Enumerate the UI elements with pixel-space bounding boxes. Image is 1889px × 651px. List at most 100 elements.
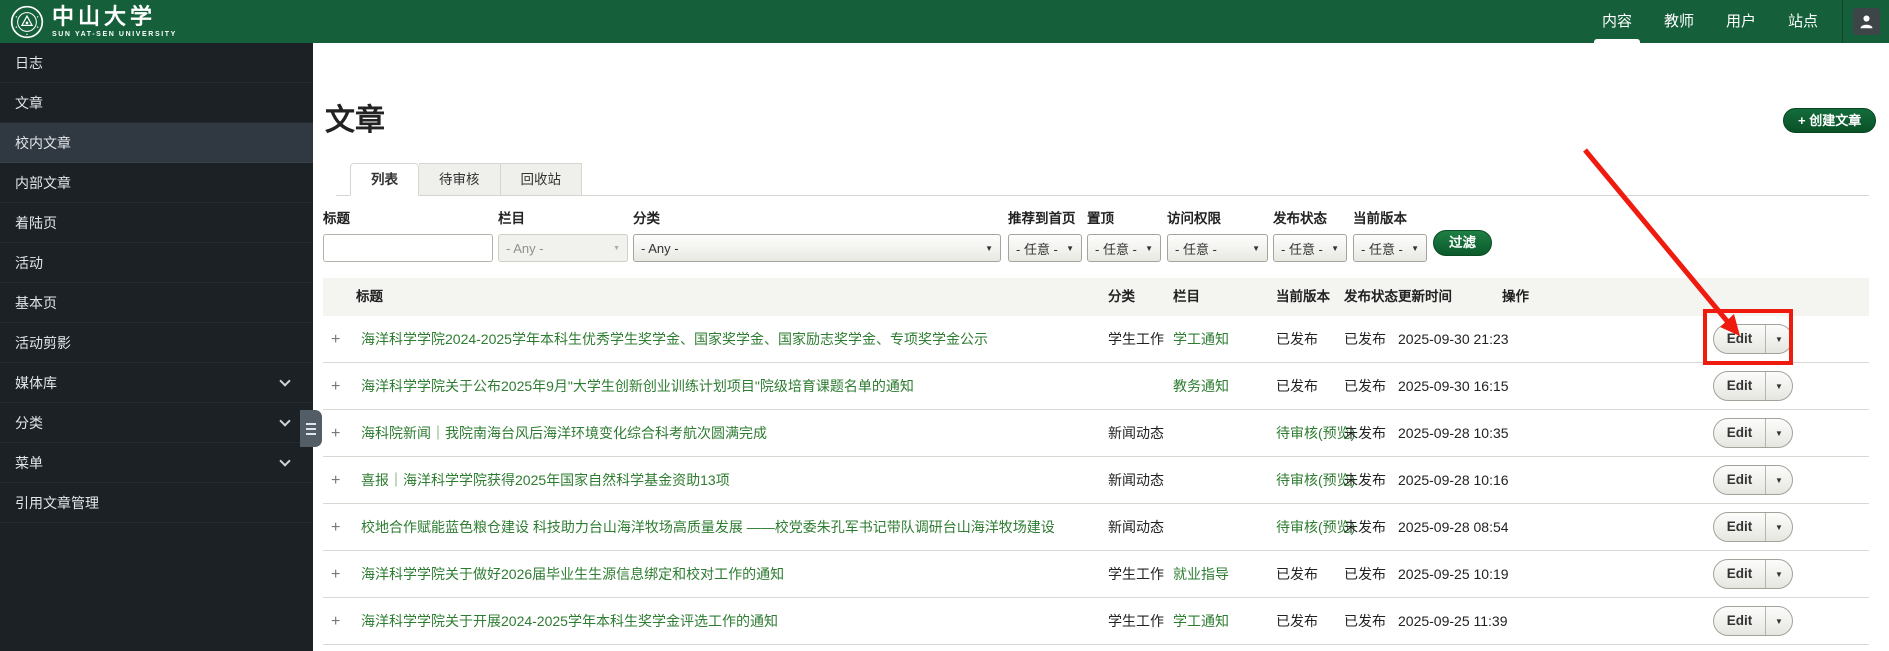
sidebar-item-8[interactable]: 媒体库 [0, 363, 313, 403]
table-row-0: + 海洋科学学院2024-2025学年本科生优秀学生奖学金、国家奖学金、国家励志奖… [323, 316, 1869, 363]
dropdown-arrow-icon: ▼ [1066, 243, 1074, 253]
header-title: 标题 [356, 289, 383, 304]
topbar-nav-item-1[interactable]: 教师 [1648, 0, 1710, 43]
header-category: 分类 [1108, 289, 1135, 304]
publish-status-cell: 未发布 [1344, 425, 1386, 441]
topbar-right: 内容 教师 用户 站点 [1586, 0, 1889, 43]
category-filter-select[interactable]: - Any - ▼ [633, 234, 1001, 262]
edit-dropdown-toggle[interactable]: ▼ [1765, 560, 1792, 588]
topbar-nav-item-2[interactable]: 用户 [1710, 0, 1772, 43]
chevron-down-icon [279, 374, 291, 387]
sticky-filter-select[interactable]: - 任意 - ▼ [1087, 234, 1161, 262]
edit-button[interactable]: Edit [1714, 607, 1765, 635]
edit-button[interactable]: Edit [1714, 419, 1765, 447]
article-title-link[interactable]: 海洋科学学院关于公布2025年9月"大学生创新创业训练计划项目"院级培育课题名单… [361, 378, 914, 394]
filter-title: 标题 [323, 207, 493, 262]
edit-button[interactable]: Edit [1714, 513, 1765, 541]
edit-dropdown-toggle[interactable]: ▼ [1765, 372, 1792, 400]
expand-row-toggle[interactable]: + [331, 504, 340, 551]
edit-dropdown-toggle[interactable]: ▼ [1765, 466, 1792, 494]
page-title: 文章 [325, 104, 385, 137]
edit-button-group: Edit ▼ [1713, 371, 1793, 401]
category-cell: 学生工作 [1108, 566, 1164, 582]
filter-label: 访问权限 [1167, 211, 1221, 226]
tab-1[interactable]: 待审核 [419, 163, 501, 196]
sidebar-item-5[interactable]: 活动 [0, 243, 313, 283]
expand-row-toggle[interactable]: + [331, 551, 340, 598]
column-link[interactable]: 教务通知 [1173, 378, 1229, 394]
sidebar-item-4[interactable]: 着陆页 [0, 203, 313, 243]
publish-status-filter-select[interactable]: - 任意 - ▼ [1273, 234, 1347, 262]
edit-button[interactable]: Edit [1714, 325, 1765, 353]
edit-button[interactable]: Edit [1714, 372, 1765, 400]
sidebar-item-1[interactable]: 文章 [0, 83, 313, 123]
university-logo[interactable]: 中山大学 SUN YAT-SEN UNIVERSITY [10, 5, 177, 39]
filter-label: 发布状态 [1273, 211, 1327, 226]
edit-dropdown-toggle[interactable]: ▼ [1765, 513, 1792, 541]
filter-category: 分类 - Any - ▼ [633, 207, 1001, 262]
sidebar-item-label: 校内文章 [15, 134, 71, 151]
dropdown-arrow-icon: ▼ [613, 244, 620, 252]
edit-button[interactable]: Edit [1714, 466, 1765, 494]
expand-row-toggle[interactable]: + [331, 316, 340, 363]
column-link[interactable]: 学工通知 [1173, 331, 1229, 347]
select-value: - Any - [641, 240, 679, 256]
category-cell: 新闻动态 [1108, 425, 1164, 441]
title-filter-input[interactable] [323, 234, 493, 262]
handle-bar-icon [306, 422, 316, 425]
access-filter-select[interactable]: - 任意 - ▼ [1167, 234, 1268, 262]
sidebar-item-3[interactable]: 内部文章 [0, 163, 313, 203]
edit-button-group: Edit ▼ [1713, 512, 1793, 542]
sidebar-item-11[interactable]: 引用文章管理 [0, 483, 313, 523]
filter-access: 访问权限 - 任意 - ▼ [1167, 207, 1268, 262]
sidebar-item-7[interactable]: 活动剪影 [0, 323, 313, 363]
category-cell: 学生工作 [1108, 331, 1164, 347]
dropdown-arrow-icon: ▼ [1775, 569, 1783, 579]
filter-label: 推荐到首页 [1008, 211, 1076, 226]
topbar-nav-item-0[interactable]: 内容 [1586, 0, 1648, 43]
version-filter-select[interactable]: - 任意 - ▼ [1353, 234, 1427, 262]
topbar-nav-item-3[interactable]: 站点 [1772, 0, 1834, 43]
column-link[interactable]: 就业指导 [1173, 566, 1229, 582]
select-value: - 任意 - [1095, 241, 1137, 257]
edit-dropdown-toggle[interactable]: ▼ [1765, 419, 1792, 447]
article-title-cell: 海洋科学学院关于做好2026届毕业生生源信息绑定和校对工作的通知 [361, 551, 784, 598]
expand-row-toggle[interactable]: + [331, 363, 340, 410]
article-title-link[interactable]: 海科院新闻｜我院南海台风后海洋环境变化综合科考航次圆满完成 [361, 425, 767, 441]
edit-dropdown-toggle[interactable]: ▼ [1765, 607, 1792, 635]
dropdown-arrow-icon: ▼ [1775, 475, 1783, 485]
edit-button-group: Edit ▼ [1713, 324, 1793, 354]
article-title-link[interactable]: 喜报｜海洋科学学院获得2025年国家自然科学基金资助13项 [361, 472, 730, 488]
article-title-link[interactable]: 海洋科学学院关于做好2026届毕业生生源信息绑定和校对工作的通知 [361, 566, 784, 582]
article-title-link[interactable]: 校地合作赋能蓝色粮仓建设 科技助力台山海洋牧场高质量发展 ——校党委朱孔军书记带… [361, 519, 1055, 535]
expand-row-toggle[interactable]: + [331, 598, 340, 645]
logo-title: 中山大学 [52, 3, 157, 29]
edit-button-group: Edit ▼ [1713, 465, 1793, 495]
article-title-link[interactable]: 海洋科学学院2024-2025学年本科生优秀学生奖学金、国家奖学金、国家励志奖学… [361, 331, 988, 347]
user-avatar[interactable] [1853, 8, 1880, 35]
sidebar-item-10[interactable]: 菜单 [0, 443, 313, 483]
edit-dropdown-toggle[interactable]: ▼ [1765, 325, 1792, 353]
sidebar-item-9[interactable]: 分类 [0, 403, 313, 443]
edit-button[interactable]: Edit [1714, 560, 1765, 588]
table-row-5: + 海洋科学学院关于做好2026届毕业生生源信息绑定和校对工作的通知 学生工作 就业指… [323, 551, 1869, 598]
column-filter-select[interactable]: - Any - ▼ [498, 234, 628, 262]
filter-column: 栏目 - Any - ▼ [498, 207, 628, 262]
expand-row-toggle[interactable]: + [331, 457, 340, 504]
create-article-button[interactable]: + 创建文章 [1783, 108, 1877, 133]
sidebar-item-6[interactable]: 基本页 [0, 283, 313, 323]
tab-0[interactable]: 列表 [350, 163, 419, 196]
tab-2[interactable]: 回收站 [500, 163, 582, 196]
recommend-filter-select[interactable]: - 任意 - ▼ [1008, 234, 1082, 262]
article-title-cell: 海洋科学学院关于公布2025年9月"大学生创新创业训练计划项目"院级培育课题名单… [361, 363, 914, 410]
select-value: - 任意 - [1016, 241, 1058, 257]
filter-label: 栏目 [498, 211, 525, 226]
publish-status-cell: 已发布 [1344, 613, 1386, 629]
filter-submit-button[interactable]: 过滤 [1433, 230, 1492, 256]
sidebar-item-0[interactable]: 日志 [0, 43, 313, 83]
expand-row-toggle[interactable]: + [331, 410, 340, 457]
article-title-link[interactable]: 海洋科学学院关于开展2024-2025学年本科生奖学金评选工作的通知 [361, 613, 778, 629]
sidebar-item-2[interactable]: 校内文章 [0, 123, 313, 163]
sidebar-toggle-handle[interactable] [300, 410, 322, 447]
column-link[interactable]: 学工通知 [1173, 613, 1229, 629]
